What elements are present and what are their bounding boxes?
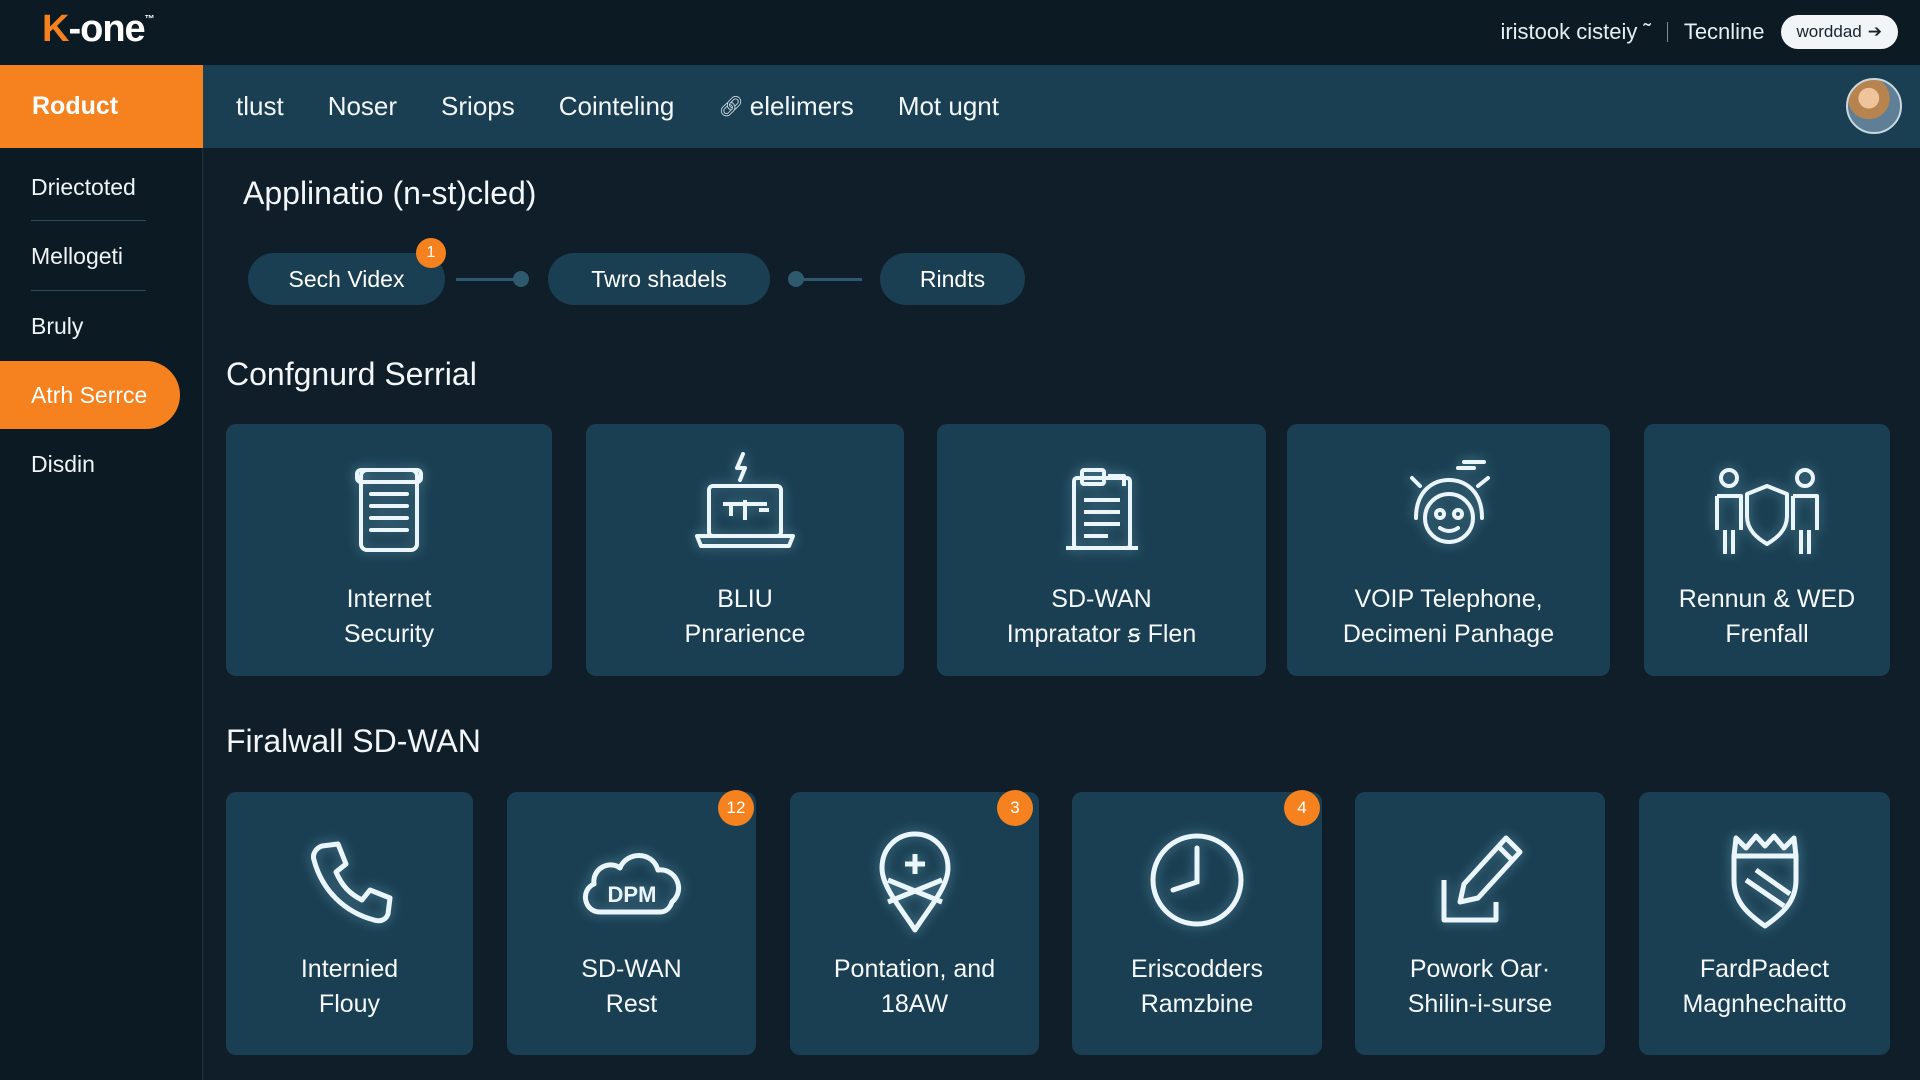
- step-connector: [800, 278, 862, 281]
- service-card-powork[interactable]: Powork Oar· Shilin-i-surse: [1355, 792, 1605, 1055]
- document-icon: [355, 468, 423, 552]
- shield-people-icon: [1715, 468, 1819, 554]
- card-label: FardPadect: [1699, 955, 1830, 983]
- top-divider: [1666, 22, 1668, 42]
- nav-item-6[interactable]: Mot ugnt: [898, 91, 999, 122]
- top-bar: K-one™ iristook cisteiy ˜ Tecnline wordd…: [0, 0, 1920, 65]
- sidebar-item-1[interactable]: Driectoted: [0, 153, 180, 221]
- shield-icon: [1731, 833, 1798, 929]
- nav-item-4[interactable]: Cointeling: [559, 91, 675, 122]
- sidebar-divider: [31, 290, 146, 291]
- service-card-sd-wan-rest[interactable]: DPM SD-WAN Rest: [507, 792, 756, 1055]
- card-label: Internied: [300, 955, 399, 983]
- sidebar-item-active[interactable]: Atrh Serrce: [0, 361, 180, 429]
- top-action-button[interactable]: worddad ➔: [1780, 15, 1898, 49]
- nav-items: tlust Noser Sriops Cointeling 🔗︎ elelimer…: [236, 65, 1043, 148]
- card-label: BLIU: [717, 585, 773, 613]
- card-label: SD-WAN: [1051, 585, 1152, 613]
- section-title-configured: Confgnurd Serrial: [226, 356, 477, 392]
- step-1[interactable]: Sech Videx: [248, 253, 445, 305]
- sidebar-item-5[interactable]: Disdin: [0, 430, 180, 498]
- cloud-icon: DPM: [582, 853, 681, 915]
- cloud-icon-text: DPM: [607, 882, 656, 907]
- clipboard-icon: [1065, 468, 1138, 550]
- card-label: Ramzbine: [1140, 990, 1254, 1018]
- notification-badge: 4: [1284, 790, 1320, 826]
- service-card-voip[interactable]: VOIP Telephone, Decimeni Panhage: [1287, 424, 1610, 676]
- notification-badge: 12: [718, 790, 754, 826]
- sidebar-item-3[interactable]: Bruly: [0, 292, 180, 360]
- card-label: Security: [343, 620, 435, 648]
- arrow-right-icon: ➔: [1867, 22, 1882, 41]
- step-2[interactable]: Twro shadels: [548, 253, 770, 305]
- service-card-bliu[interactable]: BLIU Pnrarience: [586, 424, 904, 676]
- notification-badge: 3: [997, 790, 1033, 826]
- account-link[interactable]: iristook cisteiy ˜: [1500, 19, 1650, 45]
- card-label: Impratator ꞩ Flen: [1006, 620, 1197, 648]
- nav-item-1[interactable]: tlust: [236, 91, 284, 122]
- card-label: Powork Oar·: [1409, 955, 1551, 983]
- sidebar-item-2[interactable]: Mellogeti: [0, 222, 180, 290]
- brand-logo[interactable]: K-one™: [42, 8, 155, 51]
- card-label: Magnhechaitto: [1682, 990, 1847, 1018]
- card-label: Internet: [346, 585, 432, 613]
- nav-item-2[interactable]: Noser: [328, 91, 397, 122]
- card-label: VOIP Telephone,: [1354, 585, 1543, 613]
- card-label: 18AW: [880, 990, 949, 1018]
- card-label: SD-WAN: [581, 955, 682, 983]
- step-dot: [513, 271, 529, 287]
- page-title: Applinatio (n-st)cled): [243, 175, 537, 211]
- phone-icon: [310, 841, 392, 924]
- sidebar-divider: [31, 220, 146, 221]
- card-label: Decimeni Panhage: [1342, 620, 1555, 648]
- card-label: Eriscodders: [1131, 955, 1263, 983]
- card-label: Pontation, and: [833, 955, 996, 983]
- clock-icon: [1150, 833, 1244, 927]
- service-card-internied[interactable]: Internied Flouy: [226, 792, 473, 1055]
- user-avatar[interactable]: [1846, 78, 1902, 134]
- nav-item-5[interactable]: 🔗︎ elelimers: [718, 91, 853, 122]
- nav-item-active[interactable]: Roduct: [0, 65, 203, 148]
- location-pin-icon: [879, 831, 950, 933]
- top-right-links: iristook cisteiy ˜ Tecnline worddad ➔: [1500, 14, 1898, 50]
- top-label[interactable]: Tecnline: [1684, 19, 1765, 45]
- headset-icon: [1409, 460, 1490, 544]
- service-card-sd-wan[interactable]: SD-WAN Impratator ꞩ Flen: [937, 424, 1266, 676]
- card-label: Flouy: [318, 990, 381, 1018]
- card-label: Pnrarience: [684, 620, 806, 648]
- card-label: Frenfall: [1725, 620, 1809, 648]
- section-title-firewall: Firalwall SD-WAN: [226, 723, 481, 759]
- step-badge: 1: [416, 238, 446, 268]
- service-card-renn[interactable]: Rennun & WED Frenfall: [1644, 424, 1890, 676]
- step-3[interactable]: Rindts: [880, 253, 1025, 305]
- card-label: Rennun & WED: [1678, 585, 1856, 613]
- service-card-pontation[interactable]: Pontation, and 18AW: [790, 792, 1039, 1055]
- sidebar: Driectoted Mellogeti Bruly Atrh Serrce D…: [0, 148, 203, 1080]
- card-label: Shilin-i-surse: [1407, 990, 1553, 1018]
- service-card-internet-security[interactable]: Internet Security: [226, 424, 552, 676]
- laptop-icon: [695, 452, 795, 548]
- edit-icon: [1441, 835, 1523, 923]
- nav-item-3[interactable]: Sriops: [441, 91, 515, 122]
- card-label: Rest: [605, 990, 658, 1018]
- step-connector: [456, 278, 516, 281]
- link-icon: 🔗︎: [718, 96, 744, 118]
- service-card-eriscodders[interactable]: Eriscodders Ramzbine: [1072, 792, 1322, 1055]
- main-nav: Roduct tlust Noser Sriops Cointeling 🔗︎ e…: [0, 65, 1920, 148]
- service-card-fardpadect[interactable]: FardPadect Magnhechaitto: [1639, 792, 1890, 1055]
